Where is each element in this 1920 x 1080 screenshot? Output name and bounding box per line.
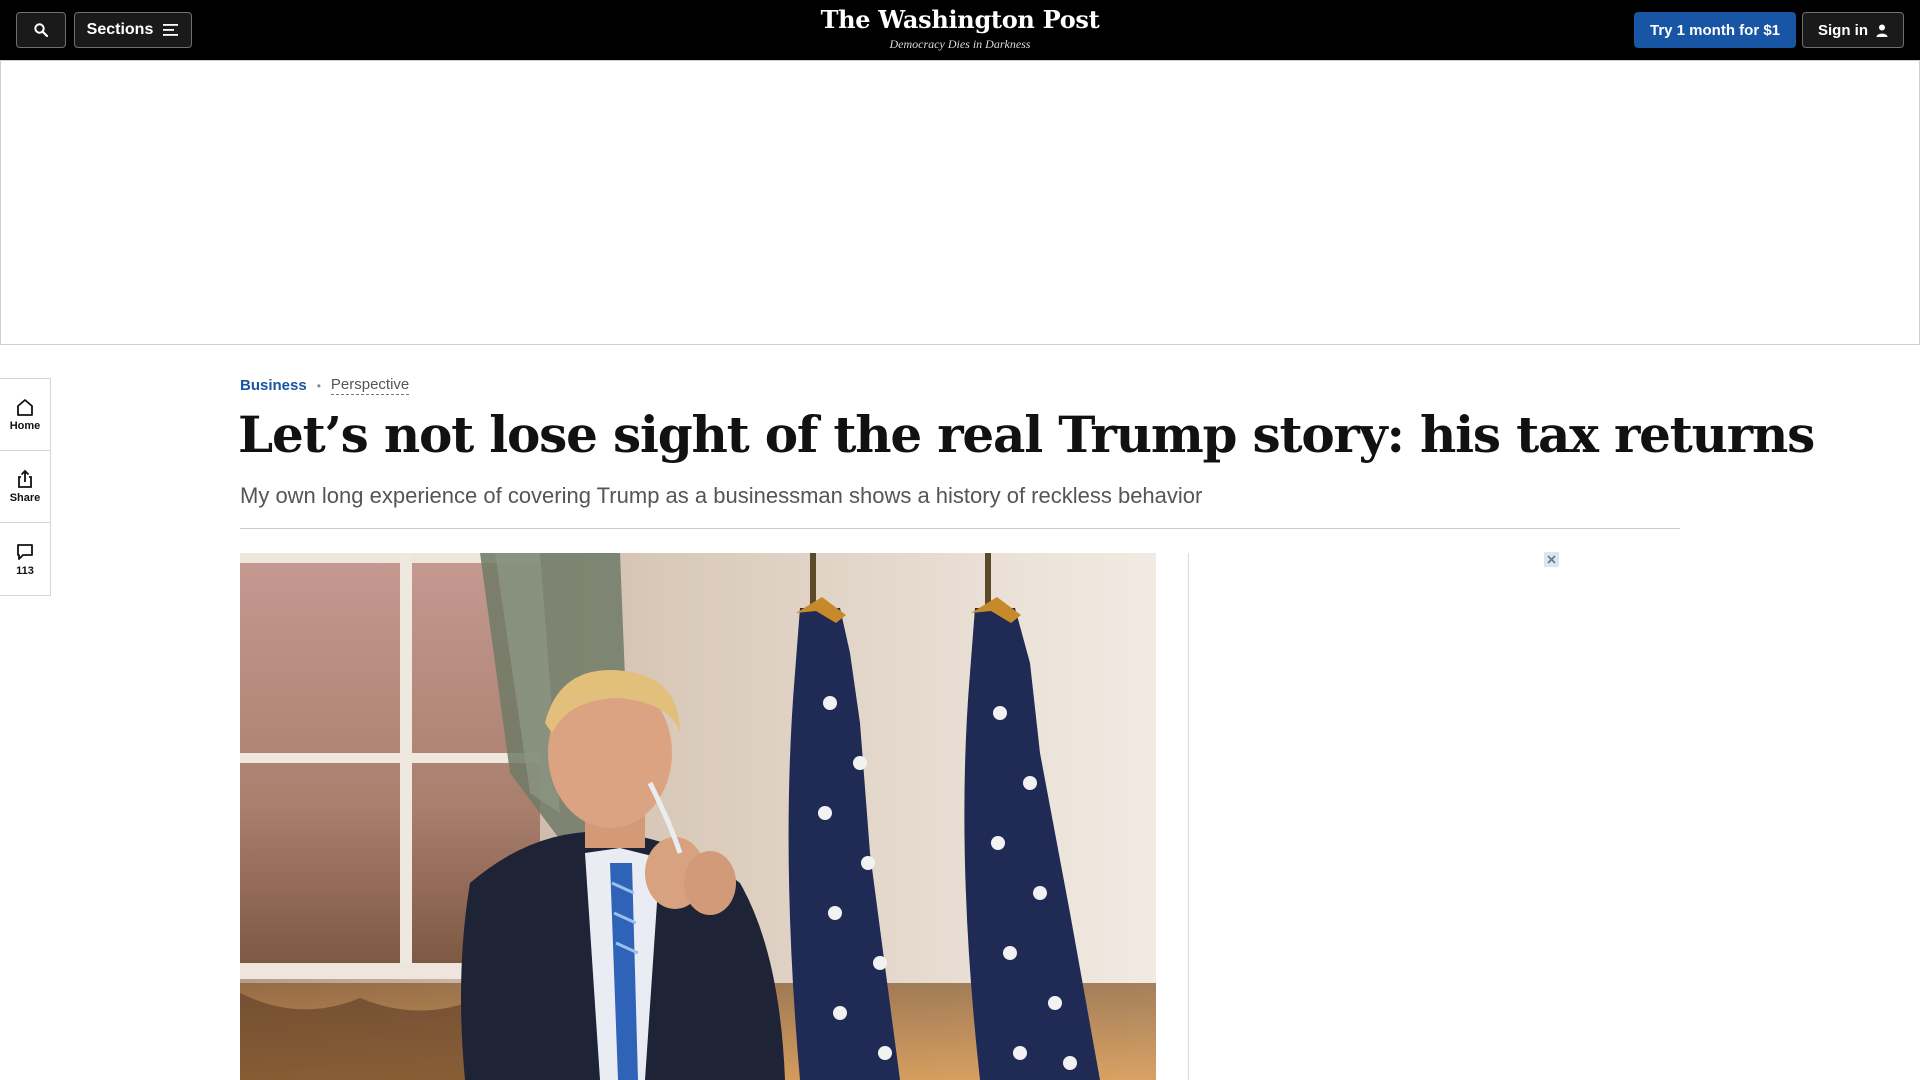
left-action-rail: Home Share 113 [0, 378, 51, 596]
article-kicker: Business • Perspective [240, 376, 410, 395]
kicker-separator: • [316, 378, 321, 393]
column-divider [1188, 553, 1189, 1080]
user-icon [1876, 24, 1888, 37]
article-headline: Let’s not lose sight of the real Trump s… [238, 405, 1815, 464]
hamburger-menu-icon [163, 24, 179, 36]
rail-comment-count: 113 [16, 564, 34, 577]
section-link[interactable]: Business [240, 377, 307, 394]
perspective-label[interactable]: Perspective [330, 376, 410, 395]
site-tagline: Democracy Dies in Darkness [889, 37, 1031, 51]
subscribe-trial-button[interactable]: Try 1 month for $1 [1634, 12, 1796, 48]
masthead[interactable]: The Washington Post Democracy Dies in Da… [760, 4, 1160, 52]
comment-icon [17, 543, 33, 560]
sidebar-ad [1340, 553, 1560, 1080]
sections-label: Sections [86, 21, 154, 38]
sections-menu-button[interactable]: Sections [74, 12, 192, 48]
search-button[interactable] [16, 12, 66, 48]
close-icon [1547, 555, 1556, 564]
rail-home-label: Home [9, 420, 41, 432]
lead-photo[interactable] [240, 553, 1156, 1080]
share-icon [18, 469, 32, 488]
site-logo[interactable]: The Washington Post [760, 4, 1160, 36]
top-ad-banner [0, 60, 1920, 345]
article-subheadline: My own long experience of covering Trump… [240, 483, 1203, 508]
lead-photo-image [240, 553, 1156, 1080]
rail-home-button[interactable]: Home [0, 379, 50, 451]
sign-in-label: Sign in [1818, 21, 1868, 39]
header-divider [240, 528, 1680, 529]
rail-share-label: Share [9, 492, 41, 504]
search-icon [34, 23, 48, 37]
top-navigation-bar: Sections The Washington Post Democracy D… [0, 0, 1920, 60]
rail-comments-button[interactable]: 113 [0, 523, 50, 595]
ad-close-button[interactable] [1544, 552, 1559, 567]
sign-in-button[interactable]: Sign in [1802, 12, 1904, 48]
home-icon [17, 399, 33, 416]
rail-share-button[interactable]: Share [0, 451, 50, 523]
